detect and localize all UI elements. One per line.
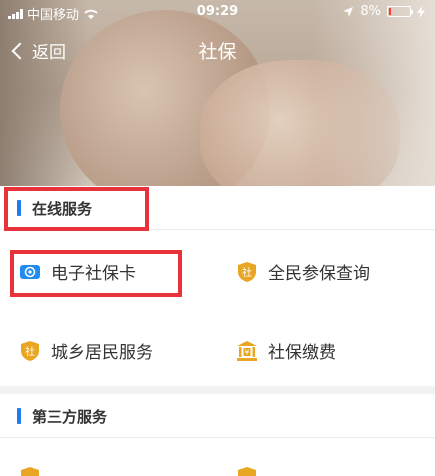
third-party-services-section: 第三方服务 — [0, 394, 435, 476]
service-item-label: 全民参保查询 — [268, 264, 370, 284]
location-icon — [343, 6, 354, 17]
svg-text:社: 社 — [25, 345, 35, 358]
page-title: 社保 — [198, 41, 237, 63]
shield-icon — [238, 467, 256, 476]
battery-icon — [387, 6, 413, 17]
service-item-label: 社保缴费 — [268, 343, 336, 363]
service-item-insurance-query[interactable]: 社 全民参保查询 — [236, 259, 370, 284]
section-marker — [17, 408, 21, 424]
highlight-box-e-card — [10, 250, 182, 297]
section-header: 第三方服务 — [0, 394, 435, 438]
svg-text:¥: ¥ — [245, 348, 250, 356]
battery-percent: 8% — [360, 4, 381, 19]
service-item-label: 城乡居民服务 — [51, 343, 153, 363]
charging-icon — [417, 5, 425, 18]
service-item-resident-services[interactable]: 社 城乡居民服务 — [19, 338, 153, 363]
service-item-payment[interactable]: ¥ 社保缴费 — [236, 338, 336, 363]
bank-icon: ¥ — [237, 340, 257, 361]
status-bar: 中国移动 09:29 8% — [0, 0, 435, 24]
section-title: 第三方服务 — [32, 408, 108, 426]
shield-icon: 社 — [21, 340, 39, 361]
shield-icon: 社 — [238, 261, 256, 282]
hero-banner — [0, 0, 435, 186]
highlight-box-section-title — [4, 187, 149, 231]
nav-bar: 返回 社保 — [0, 30, 435, 70]
svg-text:社: 社 — [242, 266, 252, 279]
shield-icon — [21, 467, 39, 476]
